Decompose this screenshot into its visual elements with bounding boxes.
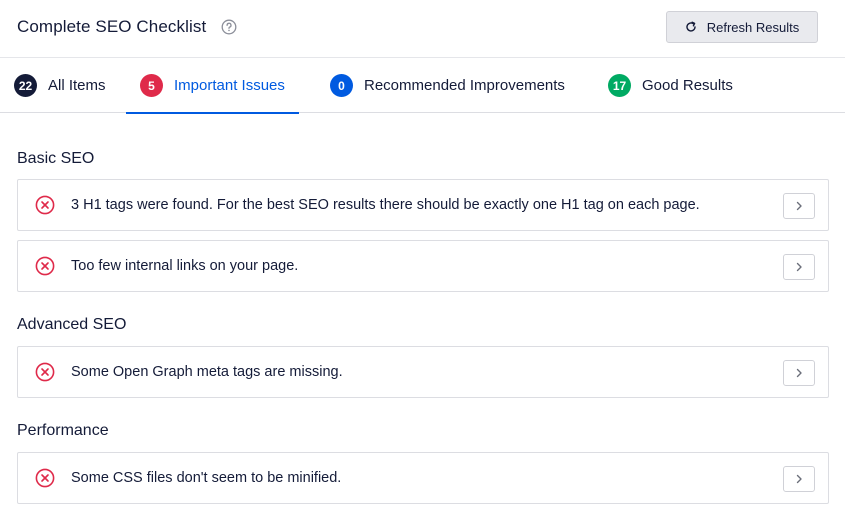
refresh-results-button[interactable]: Refresh Results <box>666 11 818 43</box>
item-message: Some Open Graph meta tags are missing. <box>71 364 343 380</box>
item-message: 3 H1 tags were found. For the best SEO r… <box>71 197 700 213</box>
refresh-icon <box>686 21 696 32</box>
chevron-right-icon <box>796 368 802 378</box>
tab-important-issues[interactable]: 5 Important Issues <box>126 58 299 114</box>
checklist-header: Complete SEO Checklist Refresh Results <box>0 0 845 58</box>
tab-count-badge: 0 <box>330 74 353 97</box>
tab-recommended-improvements[interactable]: 0 Recommended Improvements <box>316 58 579 113</box>
tab-label: Recommended Improvements <box>364 77 565 94</box>
expand-item-button[interactable] <box>783 193 815 219</box>
filter-tabs: 22 All Items 5 Important Issues 0 Recomm… <box>0 58 845 114</box>
checklist-item[interactable]: 3 H1 tags were found. For the best SEO r… <box>17 179 829 231</box>
tab-good-results[interactable]: 17 Good Results <box>594 58 747 113</box>
expand-item-button[interactable] <box>783 360 815 386</box>
tab-count-badge: 5 <box>140 74 163 97</box>
tab-label: Good Results <box>642 77 733 94</box>
section-title-basic-seo: Basic SEO <box>17 150 95 167</box>
chevron-right-icon <box>796 262 802 272</box>
question-circle-icon[interactable] <box>221 19 237 35</box>
error-x-icon <box>35 362 55 382</box>
section-title-advanced-seo: Advanced SEO <box>17 316 127 333</box>
refresh-results-label: Refresh Results <box>706 19 800 35</box>
section-title-performance: Performance <box>17 422 109 439</box>
chevron-right-icon <box>796 201 802 211</box>
checklist-item[interactable]: Some Open Graph meta tags are missing. <box>17 346 829 398</box>
tab-label: Important Issues <box>174 77 285 94</box>
error-x-icon <box>35 256 55 276</box>
expand-item-button[interactable] <box>783 466 815 492</box>
page-title: Complete SEO Checklist <box>17 17 207 36</box>
tab-count-badge: 22 <box>14 74 37 97</box>
tab-all-items[interactable]: 22 All Items <box>0 58 120 113</box>
tab-label: All Items <box>48 77 106 94</box>
error-x-icon <box>35 195 55 215</box>
tab-count-badge: 17 <box>608 74 631 97</box>
expand-item-button[interactable] <box>783 254 815 280</box>
item-message: Some CSS files don't seem to be minified… <box>71 470 342 486</box>
item-message: Too few internal links on your page. <box>71 258 299 274</box>
checklist-item[interactable]: Some CSS files don't seem to be minified… <box>17 452 829 504</box>
error-x-icon <box>35 468 55 488</box>
checklist-item[interactable]: Too few internal links on your page. <box>17 240 829 292</box>
chevron-right-icon <box>796 474 802 484</box>
